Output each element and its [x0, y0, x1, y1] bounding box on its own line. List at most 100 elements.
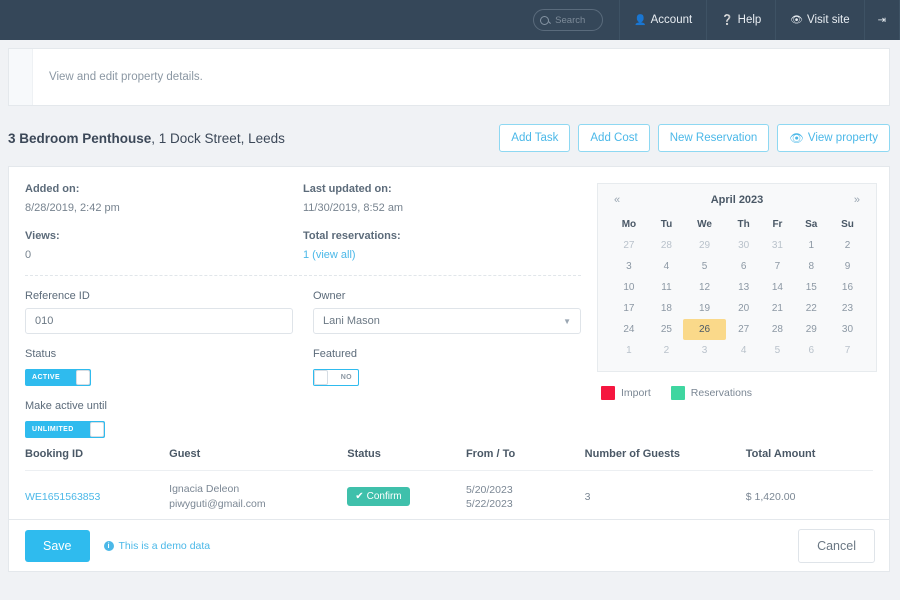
calendar-day[interactable]: 1: [794, 235, 829, 256]
calendar-day[interactable]: 27: [608, 235, 650, 256]
total-reservations-link[interactable]: 1 (view all): [303, 249, 581, 261]
nav-item-help-label: Help: [737, 14, 762, 26]
bookings-column-header: Total Amount: [745, 438, 873, 471]
calendar-day[interactable]: 28: [650, 235, 683, 256]
calendar-day[interactable]: 13: [726, 277, 761, 298]
calendar-day[interactable]: 11: [650, 277, 683, 298]
demo-data-note: i This is a demo data: [103, 540, 210, 552]
featured-toggle[interactable]: NO: [313, 369, 359, 386]
calendar-day[interactable]: 25: [650, 319, 683, 340]
calendar-day[interactable]: 4: [650, 256, 683, 277]
view-property-label: View property: [807, 132, 878, 144]
calendar-next-button[interactable]: »: [854, 194, 860, 206]
top-navbar: Search 👤 Account ❔ Help 👁 Visit site ⇥: [0, 0, 900, 40]
add-task-button[interactable]: Add Task: [499, 124, 571, 152]
calendar-day[interactable]: 7: [761, 256, 793, 277]
calendar-day[interactable]: 30: [829, 319, 866, 340]
calendar-day[interactable]: 17: [608, 298, 650, 319]
calendar-day[interactable]: 23: [829, 298, 866, 319]
status-label: Status: [25, 348, 57, 360]
calendar-weekday: We: [697, 219, 712, 230]
calendar-day[interactable]: 28: [761, 319, 793, 340]
calendar-week-row: 10 11 12 13 14 15 16: [608, 277, 866, 298]
calendar-day[interactable]: 6: [794, 340, 829, 361]
nav-item-help[interactable]: ❔ Help: [706, 0, 775, 40]
add-cost-label: Add Cost: [590, 132, 638, 144]
reference-id-label: Reference ID: [25, 290, 90, 302]
calendar-day[interactable]: 29: [794, 319, 829, 340]
calendar-day[interactable]: 22: [794, 298, 829, 319]
booking-id-link[interactable]: WE1651563853: [25, 491, 100, 503]
status-badge[interactable]: ✔ Confirm: [347, 487, 410, 507]
calendar-day[interactable]: 27: [726, 319, 761, 340]
calendar-day[interactable]: 5: [761, 340, 793, 361]
calendar-week-row: 1234567: [608, 340, 866, 361]
calendar-day[interactable]: 16: [829, 277, 866, 298]
meta-column-right: Last updated on: 11/30/2019, 8:52 am Tot…: [303, 183, 581, 261]
calendar-day-selected[interactable]: 26: [683, 319, 726, 340]
calendar-day[interactable]: 30: [726, 235, 761, 256]
featured-label: Featured: [313, 348, 358, 360]
calendar-day[interactable]: 6: [726, 256, 761, 277]
date-from: 5/20/2023: [465, 483, 513, 496]
make-active-until-toggle[interactable]: UNLIMITED: [25, 421, 105, 438]
form-column-right: Owner Lani Mason ▼ Featured NO: [313, 290, 581, 438]
calendar-day[interactable]: 2: [650, 340, 683, 361]
calendar-day[interactable]: 8: [794, 256, 829, 277]
calendar-day[interactable]: 2: [829, 235, 866, 256]
calendar-title: April 2023: [710, 194, 764, 206]
eye-icon: 👁: [789, 133, 804, 145]
nav-item-account[interactable]: 👤 Account: [619, 0, 706, 40]
add-task-label: Add Task: [511, 132, 559, 144]
calendar-day[interactable]: 21: [761, 298, 793, 319]
legend-label: Reservations: [690, 387, 753, 399]
calendar-day[interactable]: 29: [683, 235, 726, 256]
calendar-day[interactable]: 1: [608, 340, 650, 361]
calendar-day[interactable]: 18: [650, 298, 683, 319]
calendar-day[interactable]: 7: [829, 340, 866, 361]
footer-left-group: Save i This is a demo data: [25, 529, 210, 562]
cancel-button[interactable]: Cancel: [798, 528, 875, 563]
property-form: Reference ID Status ACTIVE Make active u…: [25, 276, 581, 438]
calendar-day[interactable]: 3: [683, 340, 726, 361]
search-input[interactable]: Search: [533, 9, 604, 31]
calendar-day[interactable]: 15: [794, 277, 829, 298]
status-toggle[interactable]: ACTIVE: [25, 369, 91, 386]
last-updated-value: 11/30/2019, 8:52 am: [303, 202, 404, 214]
guest-name: Ignacia Deleon: [169, 483, 240, 495]
calendar-day[interactable]: 31: [761, 235, 793, 256]
calendar-day[interactable]: 20: [726, 298, 761, 319]
calendar-day[interactable]: 10: [608, 277, 650, 298]
calendar-day[interactable]: 19: [683, 298, 726, 319]
add-cost-button[interactable]: Add Cost: [578, 124, 650, 152]
calendar-day[interactable]: 4: [726, 340, 761, 361]
bookings-column-header: From / To: [465, 438, 585, 471]
form-footer: Save i This is a demo data Cancel: [8, 520, 890, 572]
owner-select[interactable]: Lani Mason ▼: [313, 308, 581, 334]
calendar-day[interactable]: 14: [761, 277, 793, 298]
page-title-name: 3 Bedroom Penthouse: [8, 130, 152, 146]
new-reservation-label: New Reservation: [669, 132, 758, 144]
new-reservation-button[interactable]: New Reservation: [657, 124, 770, 152]
reference-id-input[interactable]: [25, 308, 293, 334]
make-active-until-toggle-knob: [90, 422, 104, 437]
owner-label: Owner: [313, 290, 346, 302]
legend-swatch: [670, 386, 685, 400]
calendar-day[interactable]: 12: [683, 277, 726, 298]
total-reservations-label: Total reservations:: [303, 230, 401, 242]
views-block: Views: 0: [25, 230, 303, 261]
status-block: Status ACTIVE: [25, 348, 293, 386]
info-icon: i: [103, 540, 114, 551]
bookings-table-section: Booking ID Guest Status From / To Number of …: [9, 438, 889, 522]
calendar-prev-button[interactable]: «: [614, 194, 620, 206]
nav-item-visit-site[interactable]: 👁 Visit site: [775, 0, 863, 40]
view-property-button[interactable]: 👁 View property: [777, 124, 890, 152]
calendar-day[interactable]: 9: [829, 256, 866, 277]
legend-swatch: [601, 386, 615, 400]
calendar-weekday: Su: [841, 219, 854, 230]
calendar-day[interactable]: 24: [608, 319, 650, 340]
calendar-day[interactable]: 3: [608, 256, 650, 277]
nav-item-logout[interactable]: ⇥: [863, 0, 900, 40]
calendar-day[interactable]: 5: [683, 256, 726, 277]
save-button[interactable]: Save: [25, 529, 90, 562]
